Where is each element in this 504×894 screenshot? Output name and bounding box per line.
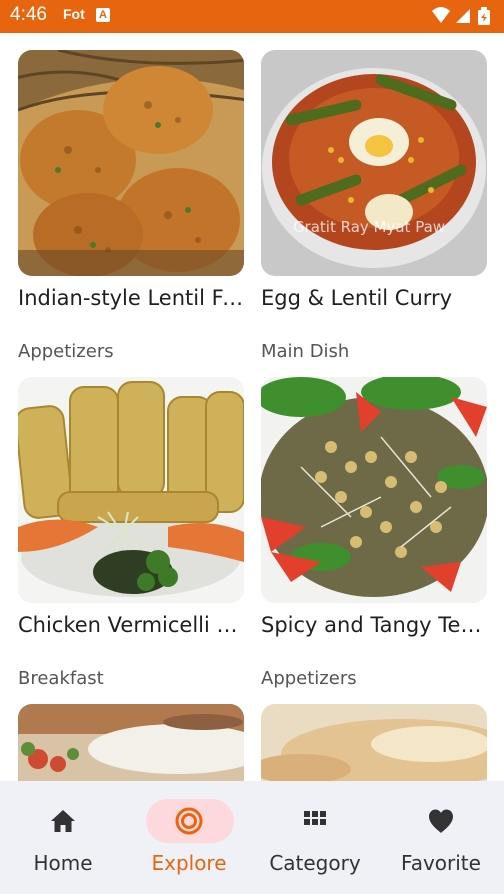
status-icons — [432, 7, 490, 25]
status-time: 4:46 — [10, 4, 47, 25]
explore-icon — [175, 807, 203, 835]
bottom-navigation: Home Explore Category Favorite — [0, 781, 504, 894]
recipe-image[interactable] — [18, 377, 244, 603]
nav-label-favorite: Favorite — [401, 851, 481, 875]
heart-icon — [429, 809, 453, 833]
tea-leaf-salad-photo — [261, 377, 487, 603]
recipe-category: Appetizers — [261, 668, 357, 689]
recipe-title[interactable]: Spicy and Tangy Tea Leaf Salad — [261, 613, 487, 637]
status-bar: 4:46 Fot A — [0, 0, 504, 33]
recipe-image[interactable] — [18, 704, 244, 781]
battery-icon — [478, 7, 490, 25]
signal-icon — [456, 9, 470, 23]
recipe-image[interactable]: Gratit Ray Myat Paw — [261, 50, 487, 276]
nav-category[interactable]: Category — [252, 781, 378, 894]
nav-label-category: Category — [269, 851, 361, 875]
notification-text: Fot — [63, 6, 85, 22]
recipe-category: Appetizers — [18, 341, 114, 362]
egg-lentil-curry-photo: Gratit Ray Myat Paw — [261, 50, 487, 276]
recipe-title[interactable]: Chicken Vermicelli Spring Rolls — [18, 613, 244, 637]
recipe-category: Main Dish — [261, 341, 350, 362]
recipe-photo — [261, 704, 487, 781]
lentil-fritters-photo — [18, 50, 244, 276]
recipe-image[interactable] — [261, 704, 487, 781]
nav-label-home: Home — [33, 851, 93, 875]
recipe-title[interactable]: Egg & Lentil Curry — [261, 286, 487, 310]
nav-favorite[interactable]: Favorite — [378, 781, 504, 894]
recipe-photo — [18, 704, 244, 781]
recipe-image[interactable] — [261, 377, 487, 603]
recipe-image[interactable] — [18, 50, 244, 276]
photo-watermark: Gratit Ray Myat Paw — [293, 218, 445, 236]
nav-label-explore: Explore — [151, 851, 227, 875]
grid-icon — [304, 811, 326, 825]
recipe-grid[interactable]: Indian-style Lentil Fritters Appetizers — [0, 33, 504, 781]
wifi-icon — [432, 7, 450, 23]
spring-rolls-photo — [18, 377, 244, 603]
recipe-title[interactable]: Indian-style Lentil Fritters — [18, 286, 244, 310]
notification-badge: A — [96, 8, 110, 22]
recipe-category: Breakfast — [18, 668, 104, 689]
nav-explore[interactable]: Explore — [126, 781, 252, 894]
home-icon — [51, 810, 75, 832]
nav-home[interactable]: Home — [0, 781, 126, 894]
